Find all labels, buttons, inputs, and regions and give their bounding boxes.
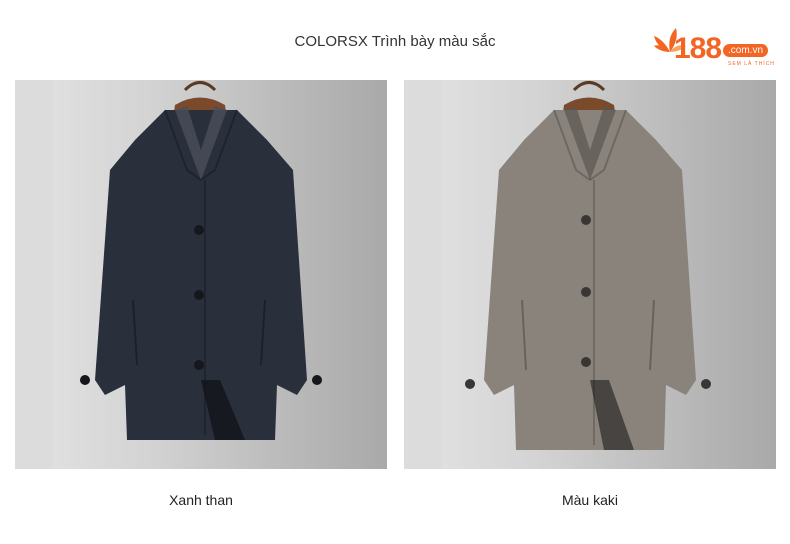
caption-khaki: Màu kaki xyxy=(561,492,619,508)
product-image-navy-coat[interactable] xyxy=(15,80,387,469)
logo-tagline: SEM LÀ THÍCH xyxy=(728,61,775,67)
coat-illustration xyxy=(80,81,322,440)
product-image-khaki-coat[interactable] xyxy=(404,80,776,469)
caption-navy: Xanh than xyxy=(169,492,233,508)
coat-illustration xyxy=(465,81,711,450)
site-logo[interactable]: 188 .com.vn SEM LÀ THÍCH xyxy=(650,22,780,72)
logo-domain: .com.vn xyxy=(723,44,769,57)
logo-number: 188 xyxy=(674,32,722,65)
